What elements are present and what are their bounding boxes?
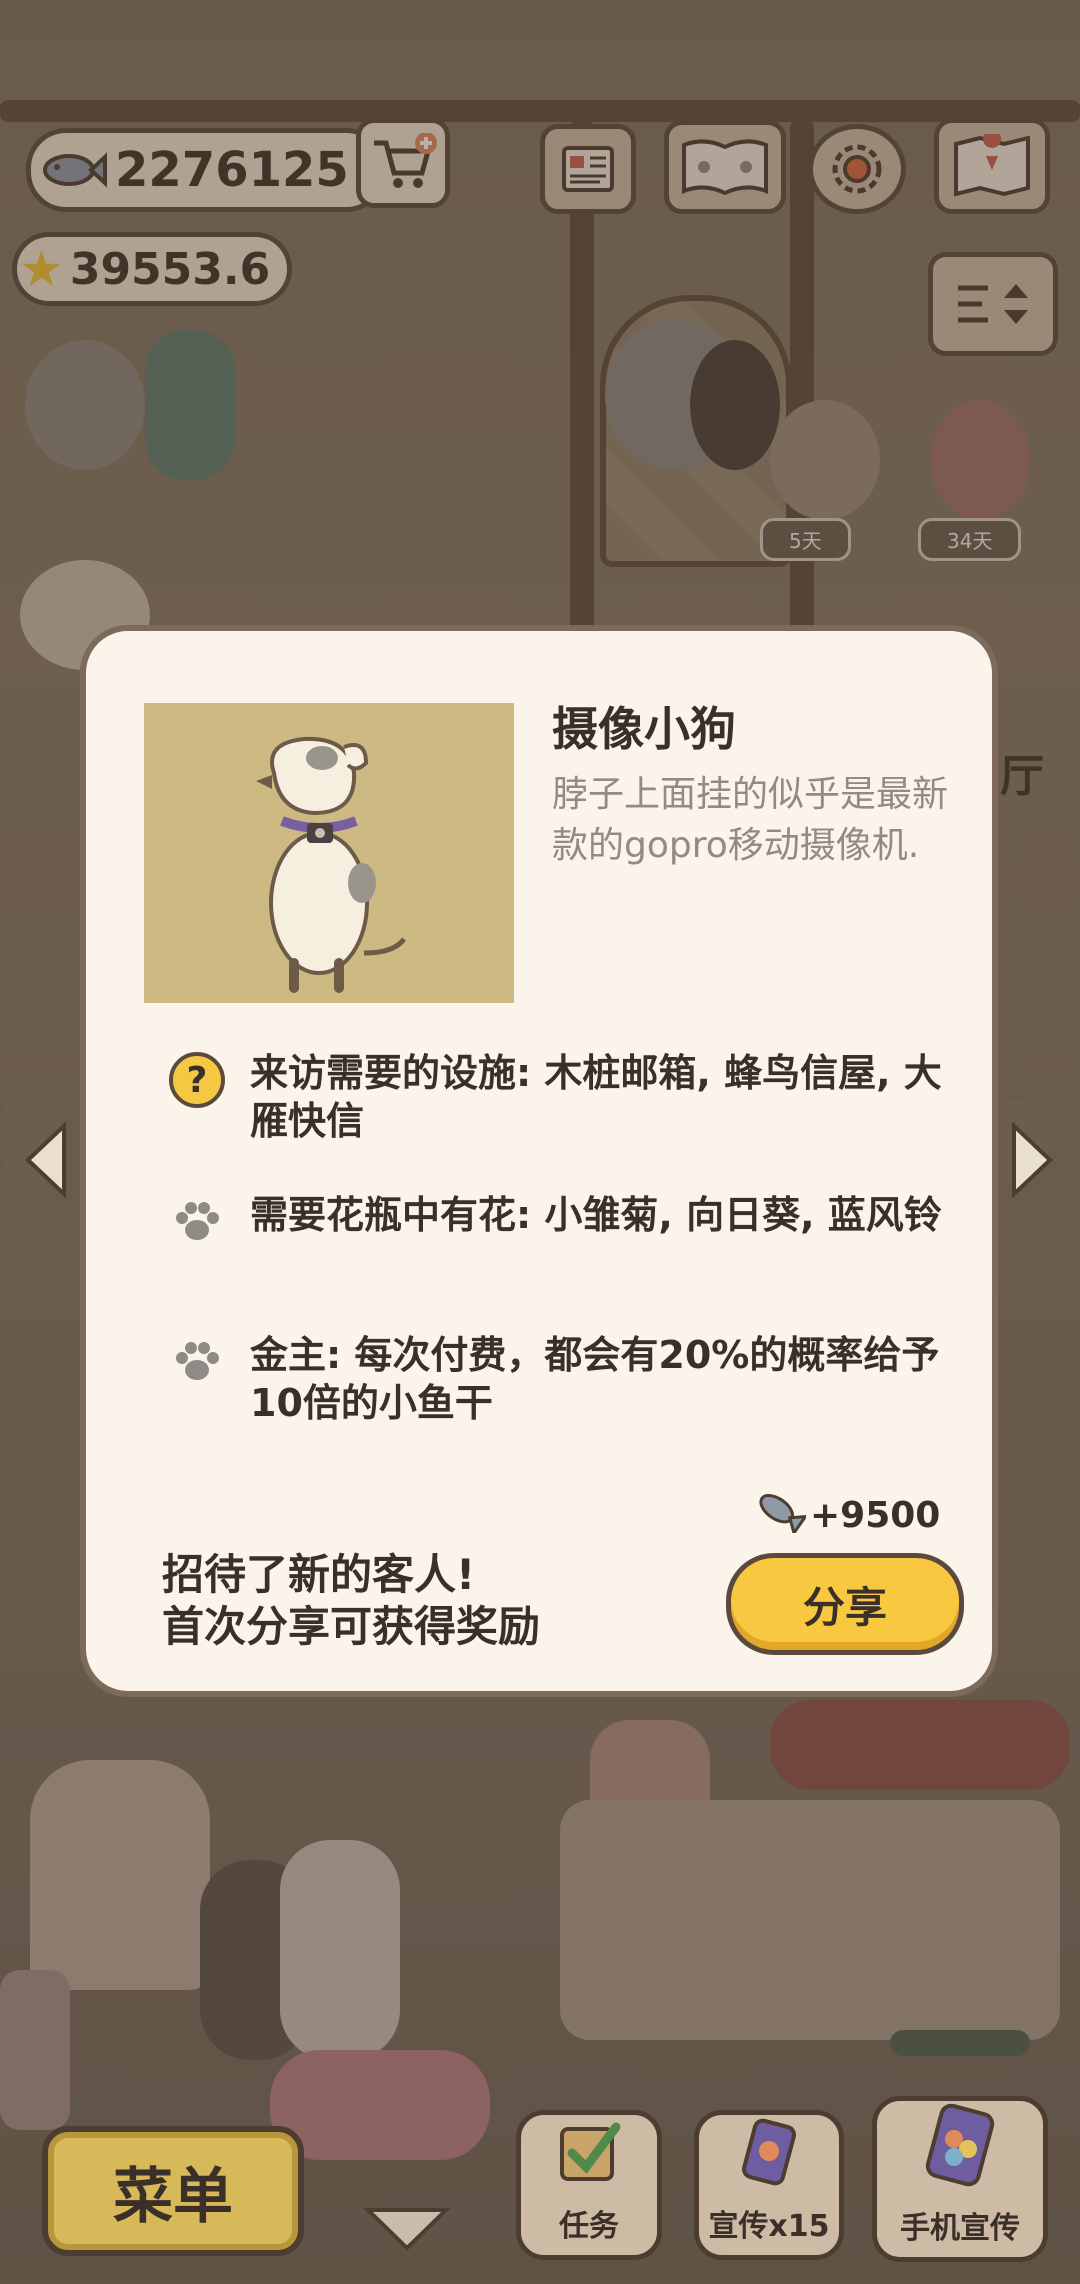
phone-promo-icon <box>920 2103 1000 2195</box>
question-icon: ? <box>169 1052 225 1108</box>
promo-line: 招待了新的客人! <box>162 1550 476 1599</box>
phone-promo-icon <box>739 2117 799 2195</box>
guest-portrait <box>144 703 514 1003</box>
guest-info-card: 摄像小狗 脖子上面挂的似乎是最新款的gopro移动摄像机. ? 来访需要的设施:… <box>80 625 998 1697</box>
share-promo-text: 招待了新的客人! 首次分享可获得奖励 <box>162 1549 540 1653</box>
tasks-label: 任务 <box>559 2209 619 2244</box>
requirement-flowers: 需要花瓶中有花: 小雏菊, 向日葵, 蓝风铃 <box>166 1191 946 1253</box>
promo-x15-label: 宣传x15 <box>708 2209 830 2244</box>
phone-promo-label: 手机宣传 <box>900 2211 1020 2246</box>
requirement-sponsor: 金主: 每次付费，都会有20%的概率给予10倍的小鱼干 <box>166 1331 946 1427</box>
share-button[interactable]: 分享 <box>726 1553 964 1655</box>
requirement-facilities: ? 来访需要的设施: 木桩邮箱, 蜂鸟信屋, 大雁快信 <box>166 1049 946 1145</box>
phone-promo-button[interactable]: 手机宣传 <box>872 2096 1048 2262</box>
previous-arrow-icon[interactable] <box>20 1120 70 1200</box>
requirement-text: 来访需要的设施: 木桩邮箱, 蜂鸟信屋, 大雁快信 <box>250 1051 942 1143</box>
guest-name: 摄像小狗 <box>552 702 736 756</box>
promo-x15-button[interactable]: 宣传x15 <box>694 2110 844 2260</box>
reward-amount: +9500 <box>810 1495 941 1536</box>
collapse-chevron-icon[interactable] <box>362 2204 452 2254</box>
menu-button[interactable]: 菜单 <box>42 2126 304 2256</box>
camera-dog-illustration <box>256 736 407 993</box>
fish-icon <box>754 1489 809 1542</box>
promo-line: 首次分享可获得奖励 <box>162 1602 541 1651</box>
requirement-text: 需要花瓶中有花: 小雏菊, 向日葵, 蓝风铃 <box>250 1193 942 1237</box>
next-arrow-icon[interactable] <box>1008 1120 1058 1200</box>
share-reward: +9500 <box>754 1489 940 1542</box>
paw-icon <box>166 1191 228 1253</box>
guest-description: 脖子上面挂的似乎是最新款的gopro移动摄像机. <box>552 774 949 866</box>
requirement-text: 金主: 每次付费，都会有20%的概率给予10倍的小鱼干 <box>250 1333 940 1425</box>
paw-icon <box>166 1331 228 1393</box>
task-checkbox-icon <box>554 2117 624 2195</box>
tasks-button[interactable]: 任务 <box>516 2110 662 2260</box>
